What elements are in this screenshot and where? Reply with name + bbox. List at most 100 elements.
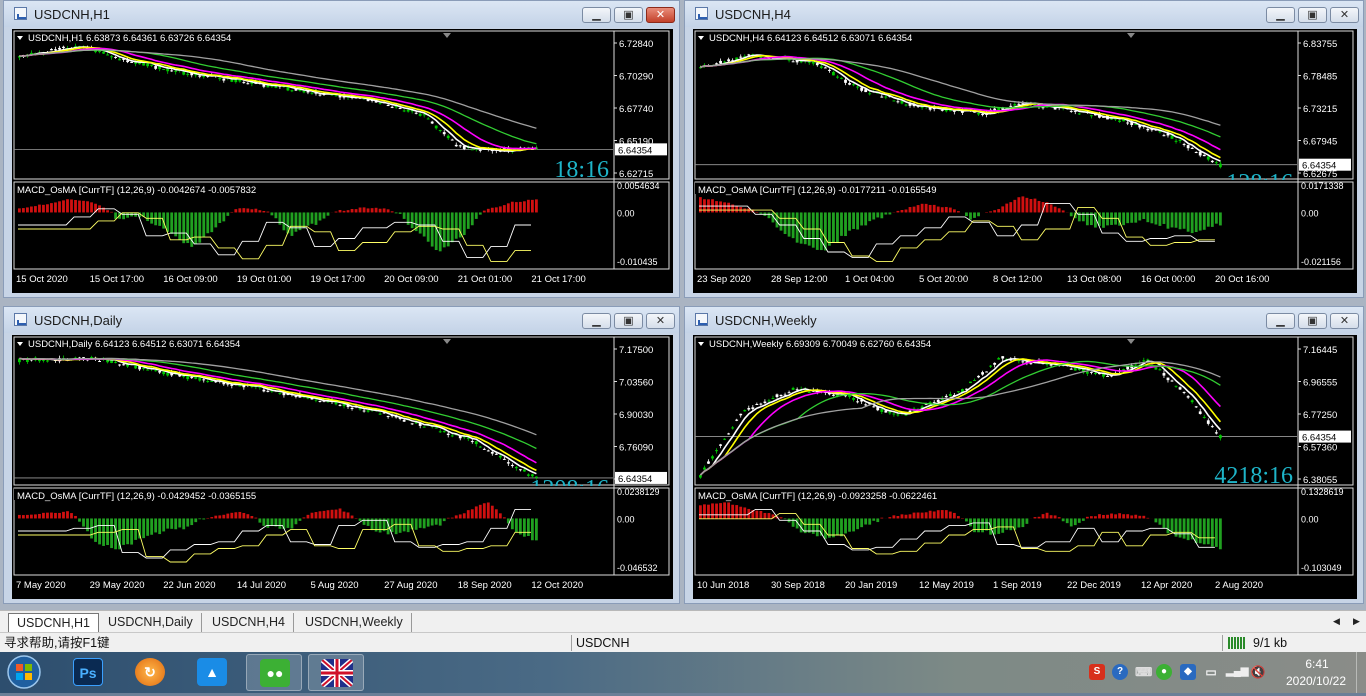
maximize-button[interactable]: ▣ [614,313,643,329]
chart-window-h4[interactable]: USDCNH,H4 ▁ ▣ ✕ 6.837556.784856.732156.6… [684,0,1364,298]
candle-body [339,405,342,406]
minimize-button[interactable]: ▁ [1266,313,1295,329]
macd-bar [158,518,161,534]
maximize-button[interactable]: ▣ [1298,7,1327,23]
time-axis-label: 12 Oct 2020 [531,580,583,591]
tab-usdcnh-weekly[interactable]: USDCNH,Weekly [297,613,412,632]
candle-body [146,370,149,371]
chart-svg[interactable]: 7.175007.035606.900306.760906.625606.643… [12,335,673,599]
clock-time[interactable]: 6:41 [1288,657,1346,671]
candle-body [367,410,370,411]
chart-svg[interactable]: 6.837556.784856.732156.679456.626756.643… [693,29,1357,293]
symbol-dropdown-icon[interactable] [17,342,23,346]
candle-body [1203,155,1206,156]
security-shield-icon[interactable]: ◆ [1180,664,1196,680]
tab-scroll-left-icon[interactable]: ◀ [1333,616,1340,627]
macd-bar [246,514,249,518]
macd-signal-line [699,207,1215,261]
close-button[interactable]: ✕ [1330,7,1359,23]
taskbar-cloud-drive[interactable]: ▲ [184,654,240,691]
tab-usdcnh-h4[interactable]: USDCNH,H4 [204,613,294,632]
macd-bar [42,205,45,213]
chart-window-h1[interactable]: USDCNH,H1 ▁ ▣ ✕ 6.728406.702906.677406.6… [3,0,680,298]
wechat-tray-icon[interactable]: ● [1156,664,1172,680]
chart-svg[interactable]: 6.728406.702906.677406.651906.627156.643… [12,29,673,293]
maximize-button[interactable]: ▣ [614,7,643,23]
candle-body [279,393,282,394]
sogou-input-icon[interactable]: S [1089,664,1105,680]
macd-bar [415,518,418,529]
display-icon[interactable]: ▭ [1203,664,1219,680]
tab-usdcnh-h1[interactable]: USDCNH,H1 [8,613,99,632]
candle-body [379,414,382,415]
symbol-dropdown-icon[interactable] [698,36,704,40]
macd-bar [888,212,891,214]
taskbar-metatrader[interactable] [308,654,364,691]
start-button[interactable] [4,654,48,691]
candle-body [880,409,883,412]
taskbar-browser[interactable]: ↻ [122,654,178,691]
candle-body [892,413,895,414]
chart-shift-marker-icon[interactable] [443,339,451,344]
macd-tick-label: 0.00 [1301,208,1319,218]
close-button[interactable]: ✕ [646,7,675,23]
symbol-dropdown-icon[interactable] [698,342,704,346]
candle-body [198,377,201,380]
maximize-button[interactable]: ▣ [1298,313,1327,329]
tab-usdcnh-daily[interactable]: USDCNH,Daily [100,613,202,632]
macd-bar [407,212,410,224]
macd-bar [463,212,466,235]
window-titlebar[interactable]: USDCNH,H1 ▁ ▣ ✕ [4,1,679,27]
tab-scroll-right-icon[interactable]: ▶ [1353,616,1360,627]
minimize-button[interactable]: ▁ [1266,7,1295,23]
time-axis-label: 19 Oct 17:00 [311,274,365,285]
moving-average-line [19,50,536,144]
macd-bar [780,212,783,230]
macd-bar [315,512,318,518]
macd-bar [459,514,462,518]
macd-bar [1102,515,1105,518]
macd-bar [363,518,366,524]
chart-canvas[interactable]: 7.175007.035606.900306.760906.625606.643… [12,335,673,599]
candle-body [776,394,779,397]
time-axis-label: 22 Jun 2020 [163,580,215,591]
macd-bar [880,212,883,218]
macd-bar [1183,518,1186,538]
chart-window-daily[interactable]: USDCNH,Daily ▁ ▣ ✕ 7.175007.035606.90030… [3,306,680,604]
chart-canvas[interactable]: 6.837556.784856.732156.679456.626756.643… [693,29,1357,293]
network-signal-icon[interactable]: ▂▄▆ [1226,664,1242,680]
chart-shift-marker-icon[interactable] [1127,339,1135,344]
time-axis-label: 10 Jun 2018 [697,580,749,591]
chart-svg[interactable]: 7.164456.965556.772506.573606.380556.643… [693,335,1357,599]
volume-icon[interactable]: 🔇 [1250,664,1266,680]
help-icon[interactable]: ? [1112,664,1128,680]
taskbar-photoshop[interactable]: Ps [60,654,116,691]
time-axis-label: 14 Jul 2020 [237,580,286,591]
chart-canvas[interactable]: 7.164456.965556.772506.573606.380556.643… [693,335,1357,599]
macd-bar [198,518,201,519]
candle-body [130,62,133,63]
symbol-dropdown-icon[interactable] [17,36,23,40]
macd-bar [399,518,402,532]
macd-bar [371,208,374,212]
window-titlebar[interactable]: USDCNH,H4 ▁ ▣ ✕ [685,1,1363,27]
window-titlebar[interactable]: USDCNH,Daily ▁ ▣ ✕ [4,307,679,333]
taskbar-wechat[interactable]: ●● [246,654,302,691]
minimize-button[interactable]: ▁ [582,313,611,329]
chart-window-weekly[interactable]: USDCNH,Weekly ▁ ▣ ✕ 7.164456.965556.7725… [684,306,1364,604]
keyboard-icon[interactable]: ⌨ [1135,664,1151,680]
close-button[interactable]: ✕ [646,313,675,329]
close-button[interactable]: ✕ [1330,313,1359,329]
clock-date[interactable]: 2020/10/22 [1276,674,1356,688]
window-titlebar[interactable]: USDCNH,Weekly ▁ ▣ ✕ [685,307,1363,333]
minimize-button[interactable]: ▁ [582,7,611,23]
candle-body [1070,111,1073,112]
macd-bar [359,518,362,520]
macd-bar [511,518,514,529]
macd-bar [403,518,406,531]
chart-canvas[interactable]: 6.728406.702906.677406.651906.627156.643… [12,29,673,293]
chart-shift-marker-icon[interactable] [1127,33,1135,38]
show-desktop-button[interactable] [1356,652,1366,693]
chart-shift-marker-icon[interactable] [443,33,451,38]
price-tick-label: 7.03560 [619,378,653,389]
